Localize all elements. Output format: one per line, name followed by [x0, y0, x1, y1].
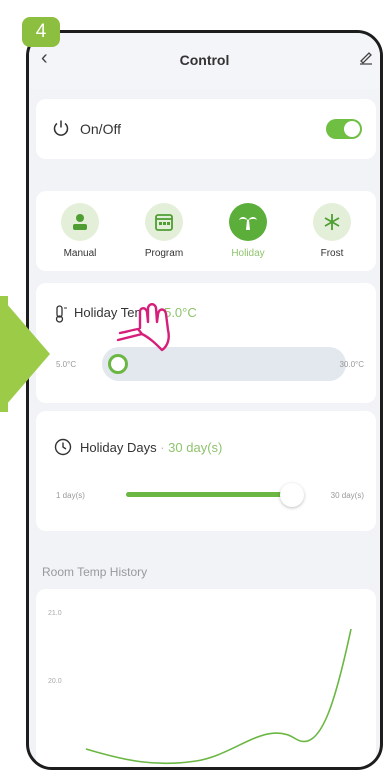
mode-manual[interactable]: Manual: [50, 203, 110, 259]
mode-label: Program: [144, 248, 184, 259]
temp-max-label: 30.0°C: [339, 360, 364, 369]
power-icon: [53, 120, 69, 136]
holiday-days-card: Holiday Days · 30 day(s) 1 day(s) 30 day…: [36, 411, 376, 531]
mode-selector: Manual Program Holiday Frost: [36, 191, 376, 271]
phone-frame: ‹ Control On/Off Manual Program Holiday …: [26, 30, 383, 770]
power-toggle[interactable]: [326, 119, 362, 139]
thermometer-icon: [55, 305, 67, 323]
days-min-label: 1 day(s): [56, 491, 85, 500]
pointing-hand-icon: [116, 303, 170, 352]
calendar-icon: [155, 214, 173, 231]
top-bar: ‹ Control: [29, 33, 380, 89]
history-series-line: [85, 628, 352, 765]
holiday-days-slider[interactable]: [126, 492, 292, 497]
mode-program[interactable]: Program: [134, 203, 194, 259]
room-temp-history-chart: 21.0 20.0: [36, 589, 376, 767]
person-icon: [73, 214, 87, 230]
clock-icon: [54, 438, 72, 456]
holiday-temp-card: Holiday Temp · 5.0°C 5.0°C 30.0°C: [36, 283, 376, 403]
mode-label: Frost: [320, 248, 344, 259]
temp-min-label: 5.0°C: [56, 360, 77, 369]
history-line-chart: [85, 628, 352, 765]
room-temp-history-title: Room Temp History: [42, 565, 148, 579]
holiday-days-slider-thumb[interactable]: [280, 483, 304, 507]
palm-icon: [239, 216, 257, 230]
power-card: On/Off: [36, 99, 376, 159]
mode-label: Manual: [63, 248, 97, 259]
snowflake-icon: [324, 214, 340, 230]
mode-holiday[interactable]: Holiday: [218, 203, 278, 259]
mode-frost[interactable]: Frost: [302, 203, 362, 259]
days-max-label: 30 day(s): [330, 491, 364, 500]
power-label: On/Off: [80, 121, 121, 137]
holiday-days-title: Holiday Days · 30 day(s): [80, 440, 223, 455]
page-title: Control: [179, 52, 230, 68]
edit-icon[interactable]: [358, 49, 374, 65]
pointer-arrow-icon: [0, 296, 50, 412]
mode-label: Holiday: [231, 248, 265, 259]
step-number-badge: 4: [22, 17, 60, 47]
holiday-temp-slider-thumb[interactable]: [108, 354, 128, 374]
holiday-days-value: 30 day(s): [168, 440, 223, 455]
